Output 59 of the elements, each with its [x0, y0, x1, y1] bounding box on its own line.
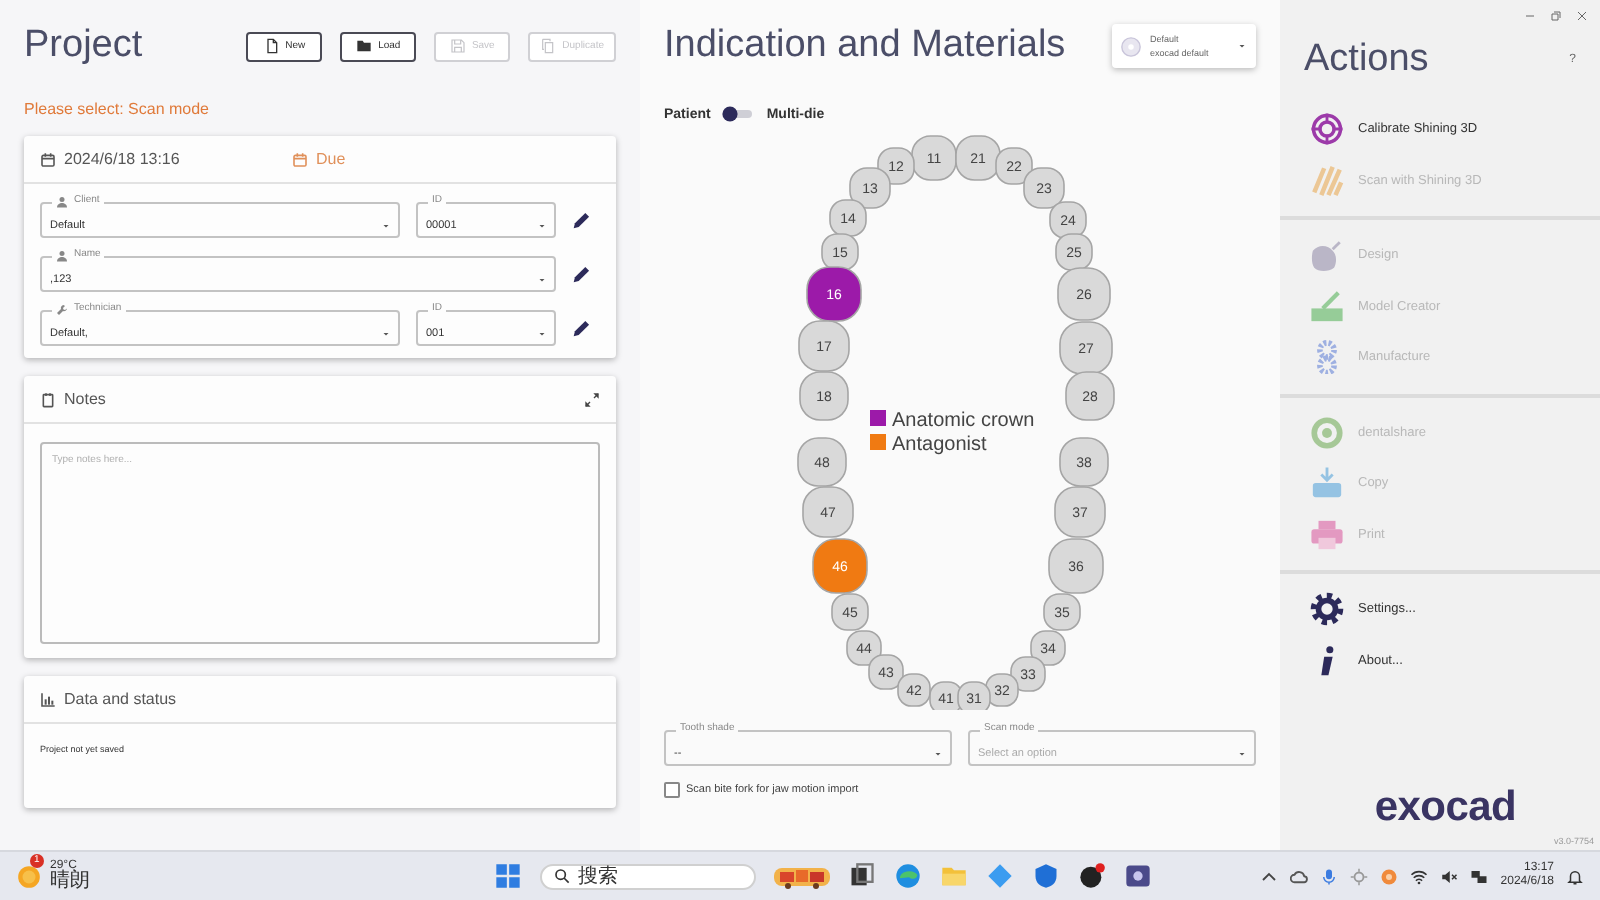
model-tray-icon [1310, 289, 1344, 324]
crosshair-icon [1310, 112, 1344, 147]
pencil-icon[interactable] [572, 264, 592, 284]
circle-icon [1120, 35, 1142, 57]
settings-icon [1310, 592, 1344, 627]
microphone-icon[interactable] [1320, 867, 1339, 885]
download-box-icon [1310, 466, 1344, 501]
tooth-icon [1310, 238, 1344, 273]
windows-start-icon[interactable] [494, 862, 522, 890]
bell-icon[interactable] [1566, 867, 1584, 885]
chevron-up-icon[interactable] [1260, 867, 1279, 885]
search-icon [554, 868, 570, 884]
caret-icon [536, 327, 548, 339]
caret-icon [380, 219, 392, 231]
caret-icon [380, 327, 392, 339]
person-icon [56, 249, 68, 261]
caret-icon [1236, 747, 1248, 759]
card-title: Data and status [64, 690, 177, 708]
checkbox[interactable] [664, 782, 680, 798]
panel-title: Actions [1304, 38, 1429, 82]
logo-text: exocad [1374, 784, 1516, 832]
file-icon [263, 38, 280, 54]
toggle-switch[interactable] [722, 106, 755, 122]
weather-text: 晴朗 [50, 872, 90, 892]
copy-icon [540, 38, 557, 54]
cloud-icon[interactable] [1290, 867, 1309, 885]
search-field[interactable]: 搜索 [540, 863, 756, 889]
pencil-icon[interactable] [572, 318, 592, 338]
legend-label: Antagonist [892, 434, 987, 456]
wifi-icon[interactable] [1410, 867, 1429, 885]
shield-icon[interactable] [1032, 862, 1060, 890]
caret-icon [1236, 40, 1248, 52]
restore-icon[interactable] [1550, 10, 1562, 22]
calendar-icon [40, 151, 56, 167]
bar-chart-icon [40, 691, 56, 707]
person-icon [56, 195, 68, 207]
browser-icon[interactable] [894, 862, 922, 890]
task-view-icon[interactable] [848, 862, 876, 890]
caret-icon [536, 273, 548, 285]
notepad-icon [40, 391, 56, 407]
caret-icon [932, 747, 944, 759]
warning-text: Please select: Scan mode [24, 100, 211, 118]
share-circle-icon [1310, 415, 1344, 450]
folder-icon [356, 38, 373, 54]
card-title: Notes [64, 390, 106, 408]
panel-title: Indication and Materials [664, 24, 1066, 68]
app-icon[interactable] [1124, 862, 1152, 890]
wrench-icon [56, 303, 68, 315]
panel-title: Project [24, 24, 143, 68]
close-icon[interactable] [1576, 10, 1588, 22]
date-text: 2024/6/18 13:16 [64, 150, 180, 168]
caret-icon [536, 219, 548, 231]
speaker-muted-icon[interactable] [1440, 867, 1459, 885]
expand-icon[interactable] [584, 391, 600, 407]
legend-label: Anatomic crown [892, 410, 1035, 432]
app-icon[interactable] [1078, 862, 1106, 890]
network-icon[interactable] [1470, 867, 1489, 885]
printer-icon [1310, 517, 1344, 552]
pencil-icon[interactable] [572, 210, 592, 230]
